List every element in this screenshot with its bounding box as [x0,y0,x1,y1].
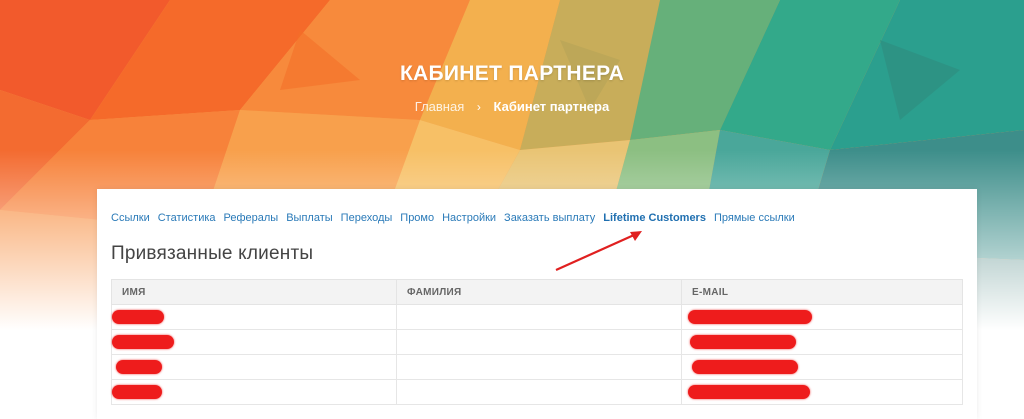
red-arrow-annotation [555,231,642,272]
